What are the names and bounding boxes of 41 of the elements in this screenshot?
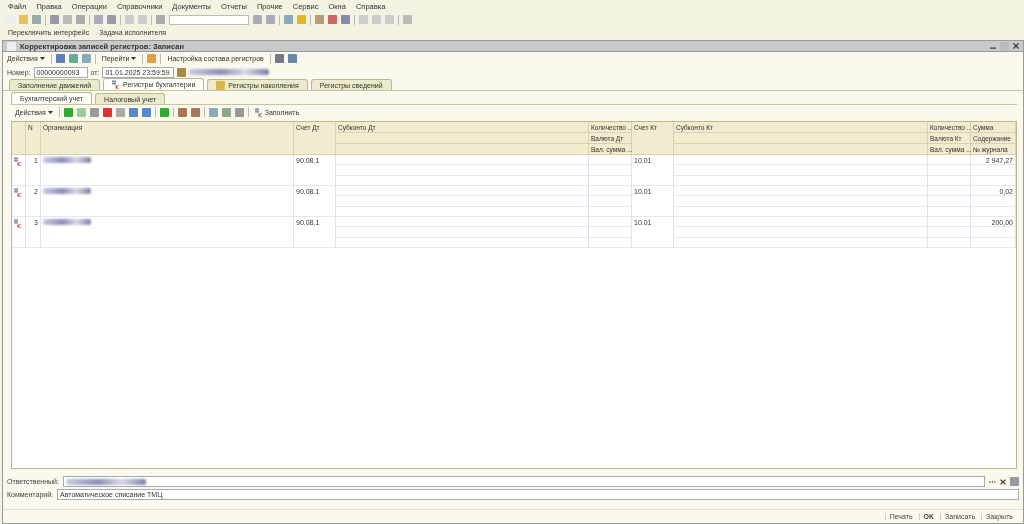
table-cell <box>589 196 632 207</box>
table-cell <box>928 175 971 186</box>
table-cell <box>589 206 632 217</box>
table-cell <box>928 237 971 248</box>
debit-credit-icon <box>14 157 22 166</box>
table-cell <box>928 206 971 217</box>
close-icon[interactable] <box>1000 478 1006 485</box>
table-cell <box>589 175 632 186</box>
table-cell <box>971 165 1016 176</box>
debit-credit-icon <box>112 80 121 89</box>
responsible-field[interactable] <box>62 476 986 487</box>
redacted-text <box>43 188 91 194</box>
table-cell <box>971 227 1016 238</box>
table-cell <box>928 155 971 166</box>
table-cell <box>971 196 1016 207</box>
table-cell <box>971 206 1016 217</box>
table-cell <box>589 165 632 176</box>
redacted-text <box>43 157 91 163</box>
table-cell <box>928 186 971 197</box>
search-field[interactable] <box>169 14 249 25</box>
table-cell <box>589 227 632 238</box>
redacted-text <box>43 218 91 225</box>
table-cell <box>928 165 971 176</box>
table-cell <box>928 227 971 238</box>
debit-credit-icon <box>14 218 22 228</box>
column-header <box>12 122 26 155</box>
table-cell <box>589 155 632 166</box>
table-cell <box>589 237 632 248</box>
debit-credit-icon <box>14 188 22 197</box>
table-cell <box>589 216 632 228</box>
table-cell <box>589 186 632 197</box>
caret-icon <box>131 57 137 60</box>
table-cell <box>928 196 971 207</box>
table-cell <box>971 237 1016 248</box>
table-cell <box>971 175 1016 186</box>
caret-icon <box>39 57 45 60</box>
more-icon[interactable] <box>989 480 997 483</box>
caret-icon <box>47 110 53 114</box>
table-cell <box>928 216 971 228</box>
close-icon[interactable] <box>1013 43 1019 49</box>
debit-credit-icon <box>254 107 263 117</box>
